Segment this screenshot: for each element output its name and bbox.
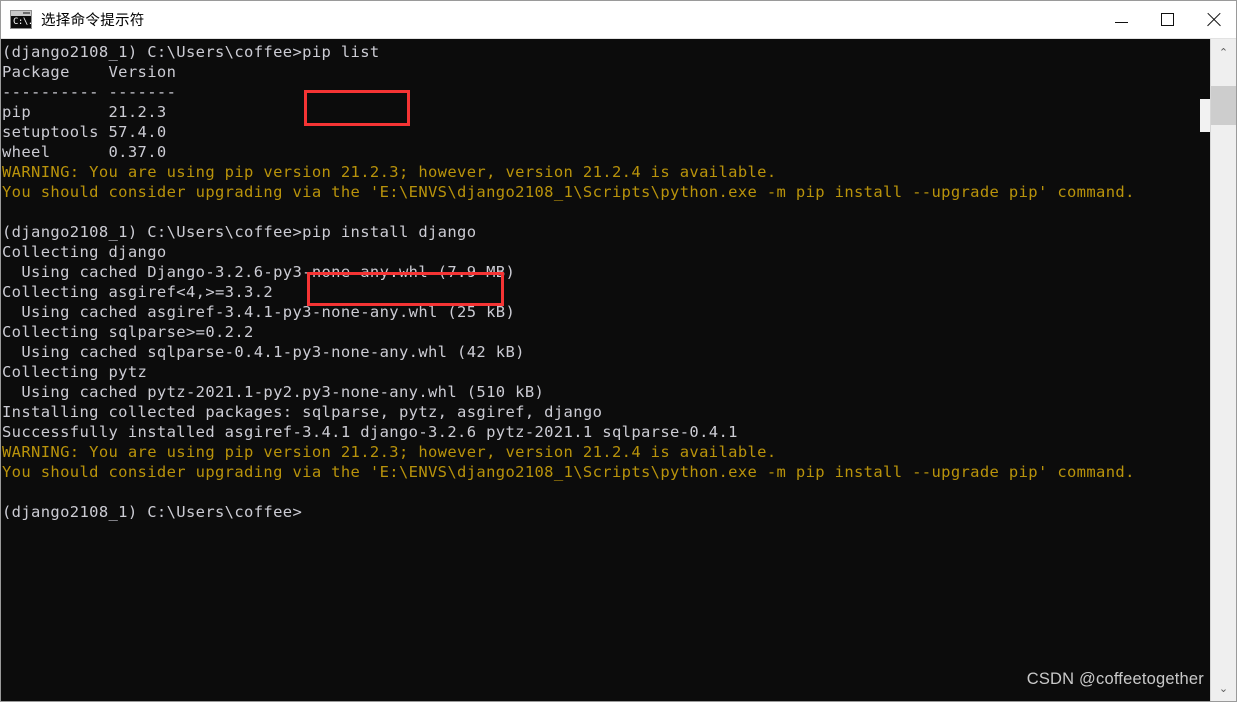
- cmd-icon-glyph: C:\.: [13, 17, 33, 27]
- terminal-line: pip 21.2.3: [2, 103, 167, 121]
- terminal-output[interactable]: (django2108_1) C:\Users\coffee>pip list P…: [1, 39, 1210, 701]
- terminal-line: Collecting pytz: [2, 363, 148, 381]
- terminal-line: (django2108_1) C:\Users\coffee>: [2, 503, 303, 521]
- terminal-line: Using cached asgiref-3.4.1-py3-none-any.…: [2, 303, 516, 321]
- terminal-line: (django2108_1) C:\Users\coffee>pip insta…: [2, 223, 477, 241]
- terminal-line: (django2108_1) C:\Users\coffee>pip list: [2, 43, 380, 61]
- terminal-line: Installing collected packages: sqlparse,…: [2, 403, 603, 421]
- terminal-line: Using cached Django-3.2.6-py3-none-any.w…: [2, 263, 516, 281]
- scroll-down-icon[interactable]: ⌄: [1211, 675, 1236, 701]
- terminal-lines: (django2108_1) C:\Users\coffee>pip list P…: [1, 42, 1210, 522]
- terminal-line: Successfully installed asgiref-3.4.1 dja…: [2, 423, 738, 441]
- window-controls: [1098, 1, 1236, 39]
- window-title: 选择命令提示符: [41, 13, 145, 29]
- terminal-cursor-block: [1200, 99, 1210, 132]
- terminal-line: Using cached pytz-2021.1-py2.py3-none-an…: [2, 383, 545, 401]
- close-button[interactable]: [1190, 1, 1236, 39]
- terminal-line: You should consider upgrading via the 'E…: [2, 463, 1135, 481]
- scrollbar-thumb[interactable]: [1211, 86, 1236, 125]
- watermark-text: CSDN @coffeetogether: [1026, 670, 1204, 688]
- minimize-icon: [1114, 22, 1128, 23]
- cmd-window: C:\. 选择命令提示符 (django2108_1) C:\Users\cof…: [0, 0, 1237, 702]
- minimize-button[interactable]: [1098, 1, 1144, 39]
- maximize-button[interactable]: [1144, 1, 1190, 39]
- close-icon: [1206, 12, 1221, 27]
- terminal-line: wheel 0.37.0: [2, 143, 167, 161]
- scrollbar-track[interactable]: [1211, 65, 1236, 675]
- terminal-line: Package Version: [2, 63, 177, 81]
- window-body: (django2108_1) C:\Users\coffee>pip list P…: [1, 39, 1236, 701]
- title-bar-left: C:\. 选择命令提示符: [1, 9, 1098, 30]
- terminal-line: setuptools 57.4.0: [2, 123, 167, 141]
- terminal-line: Collecting sqlparse>=0.2.2: [2, 323, 254, 341]
- terminal-line: Using cached sqlparse-0.4.1-py3-none-any…: [2, 343, 525, 361]
- terminal-line: WARNING: You are using pip version 21.2.…: [2, 443, 777, 461]
- terminal-line: WARNING: You are using pip version 21.2.…: [2, 163, 777, 181]
- maximize-icon: [1160, 13, 1174, 26]
- terminal-line: Collecting django: [2, 243, 167, 261]
- cmd-icon-strip: [11, 11, 31, 16]
- terminal-line: You should consider upgrading via the 'E…: [2, 183, 1135, 201]
- scroll-up-icon[interactable]: ⌃: [1211, 39, 1236, 65]
- cmd-prompt-icon: C:\.: [10, 10, 33, 29]
- vertical-scrollbar[interactable]: ⌃ ⌄: [1210, 39, 1236, 701]
- terminal-line: Collecting asgiref<4,>=3.3.2: [2, 283, 274, 301]
- terminal-line: ---------- -------: [2, 83, 177, 101]
- title-bar[interactable]: C:\. 选择命令提示符: [1, 1, 1236, 39]
